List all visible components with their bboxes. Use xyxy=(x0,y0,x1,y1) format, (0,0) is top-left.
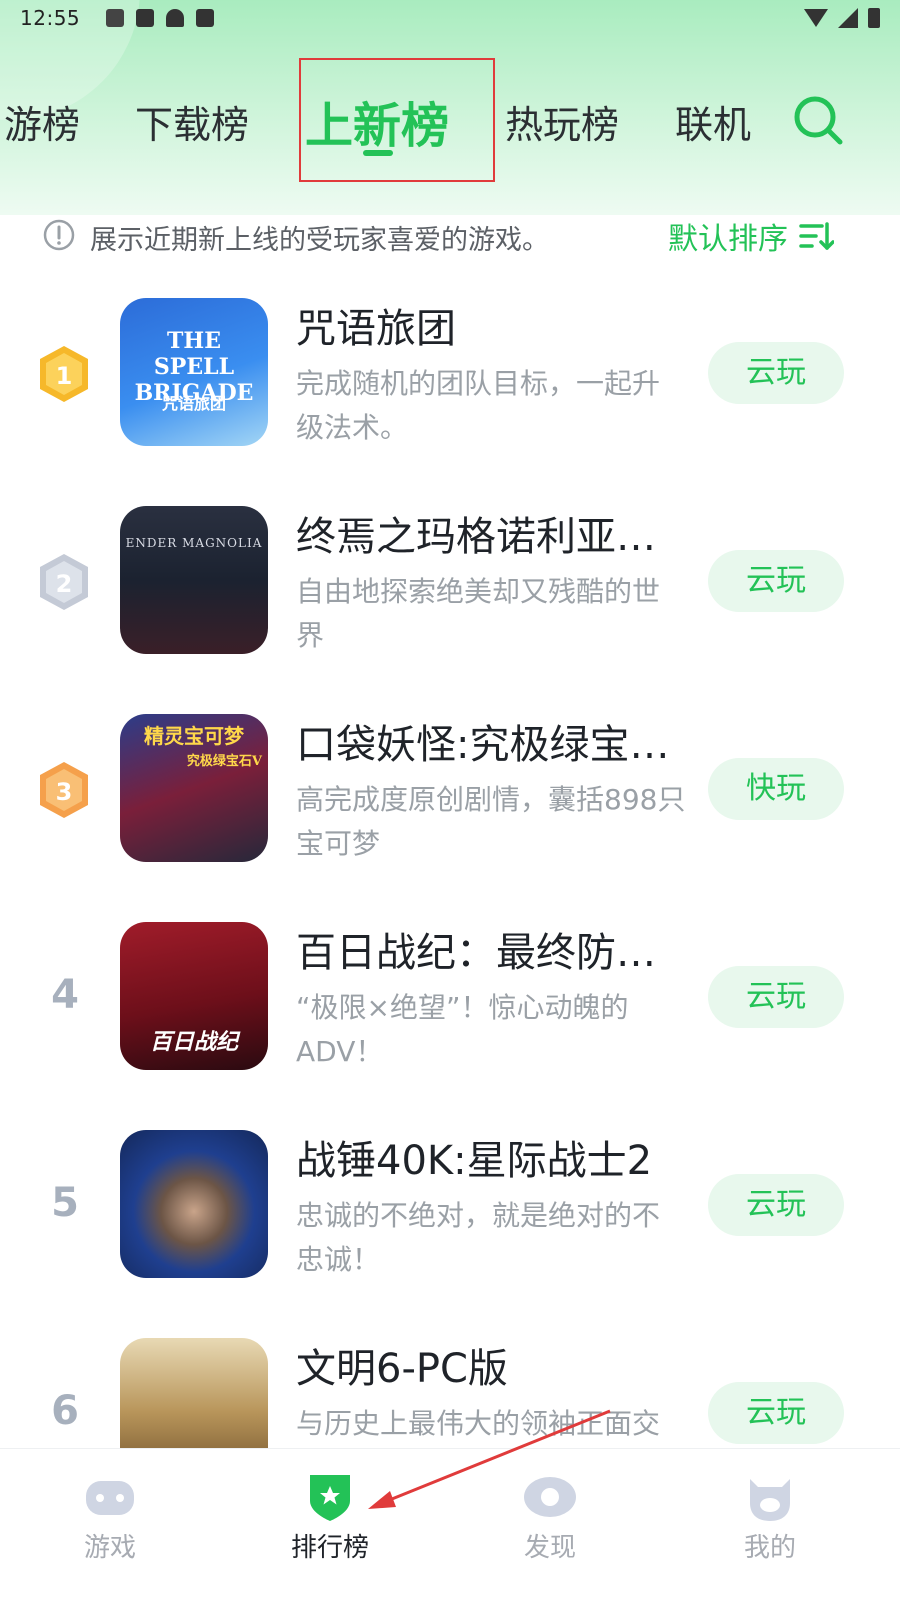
info-row: 展示近期新上线的受玩家喜爱的游戏。 默认排序 xyxy=(0,212,900,262)
game-icon-logo: 百日战纪 xyxy=(149,1029,238,1055)
wifi-icon xyxy=(804,9,828,27)
discover-icon xyxy=(524,1477,576,1517)
ghost-icon xyxy=(166,9,185,27)
gold-medal-icon: 1 xyxy=(40,346,88,402)
a-icon xyxy=(196,9,215,27)
game-title[interactable]: 咒语旅团 xyxy=(296,296,688,354)
active-tab-indicator xyxy=(363,150,393,156)
game-icon[interactable]: ENDER MAGNOLIA xyxy=(120,506,268,654)
signal-icon xyxy=(838,8,858,28)
game-icon-logo: 精灵宝可梦 xyxy=(144,724,244,748)
rank-number: 2 xyxy=(56,570,73,598)
rank-number: 4 xyxy=(51,972,79,1018)
nav-profile[interactable]: 我的 xyxy=(660,1449,880,1600)
gallery-icon xyxy=(106,9,125,27)
game-title[interactable]: 战锤40K:星际战士2 xyxy=(296,1128,688,1186)
list-item[interactable]: 5 战锤40K:星际战士2 忠诚的不绝对，就是绝对的不忠诚！ 云玩 xyxy=(0,1102,900,1310)
game-icon[interactable] xyxy=(120,1130,268,1278)
info-icon xyxy=(43,219,75,251)
quick-play-button[interactable]: 快玩 xyxy=(708,758,844,820)
game-icon-subtitle: 究极绿宝石V xyxy=(186,754,262,769)
sort-label: 默认排序 xyxy=(668,222,788,257)
nav-label: 游戏 xyxy=(83,1533,136,1563)
list-item[interactable]: 3 精灵宝可梦 究极绿宝石V 口袋妖怪:究极绿宝石… 高完成度原创剧情，囊括89… xyxy=(0,686,900,894)
silver-medal-icon: 2 xyxy=(40,554,88,610)
status-bar: 12:55 xyxy=(0,0,900,36)
game-description: 自由地探索绝美却又残酷的世界 xyxy=(296,575,661,652)
nav-label: 排行榜 xyxy=(290,1533,369,1563)
bronze-medal-icon: 3 xyxy=(40,762,88,818)
rank-number: 1 xyxy=(56,362,73,390)
gamepad-icon xyxy=(86,1481,134,1515)
ranking-tabs: 游榜 下载榜 上新榜 热玩榜 联机 xyxy=(0,58,900,183)
game-icon-subtitle: 咒语旅团 xyxy=(161,394,226,413)
tab-download-rank[interactable]: 下载榜 xyxy=(135,94,249,149)
nav-games[interactable]: 游戏 xyxy=(0,1449,220,1600)
cloud-play-button[interactable]: 云玩 xyxy=(708,1174,844,1236)
game-description: 与历史上最伟大的领袖正面交 xyxy=(296,1407,661,1440)
tab-new-rank[interactable]: 上新榜 xyxy=(305,86,449,156)
game-title[interactable]: 终焉之玛格诺利亚：… xyxy=(296,504,688,562)
game-description: 高完成度原创剧情，囊括898只宝可梦 xyxy=(296,783,686,860)
profile-monster-icon xyxy=(750,1479,790,1521)
nav-label: 发现 xyxy=(523,1533,576,1563)
list-item[interactable]: 2 ENDER MAGNOLIA 终焉之玛格诺利亚：… 自由地探索绝美却又残酷的… xyxy=(0,478,900,686)
nav-rankings[interactable]: 排行榜 xyxy=(220,1449,440,1600)
sort-button[interactable]: 默认排序 xyxy=(668,214,834,258)
tab-hot-rank[interactable]: 热玩榜 xyxy=(505,94,619,149)
notification-icons xyxy=(106,9,215,27)
nav-discover[interactable]: 发现 xyxy=(440,1449,660,1600)
game-title[interactable]: 口袋妖怪:究极绿宝石… xyxy=(296,712,688,770)
tab-multiplayer[interactable]: 联机 xyxy=(675,94,751,149)
nav-label: 我的 xyxy=(743,1533,796,1563)
info-text: 展示近期新上线的受玩家喜爱的游戏。 xyxy=(90,225,549,256)
square-icon xyxy=(136,9,155,27)
search-icon[interactable] xyxy=(790,92,846,148)
status-time: 12:55 xyxy=(20,6,81,30)
game-icon[interactable]: THE SPELL BRIGADE 咒语旅团 xyxy=(120,298,268,446)
list-item[interactable]: 4 百日战纪 百日战纪：最终防卫… “极限×绝望”！惊心动魄的ADV！ 云玩 xyxy=(0,894,900,1102)
sort-icon xyxy=(799,222,834,250)
game-description: 忠诚的不绝对，就是绝对的不忠诚！ xyxy=(296,1199,661,1276)
rank-number: 6 xyxy=(51,1388,79,1434)
game-icon-logo: ENDER MAGNOLIA xyxy=(125,536,263,550)
cloud-play-button[interactable]: 云玩 xyxy=(708,1382,844,1444)
cloud-play-button[interactable]: 云玩 xyxy=(708,966,844,1028)
battery-icon xyxy=(868,8,880,28)
game-title[interactable]: 文明6-PC版 xyxy=(296,1336,688,1394)
cloud-play-button[interactable]: 云玩 xyxy=(708,342,844,404)
cloud-play-button[interactable]: 云玩 xyxy=(708,550,844,612)
game-icon[interactable]: 百日战纪 xyxy=(120,922,268,1070)
game-description: 完成随机的团队目标，一起升级法术。 xyxy=(296,367,661,444)
tab-play-rank[interactable]: 游榜 xyxy=(4,94,80,149)
ranking-shield-icon xyxy=(310,1475,350,1521)
game-icon[interactable]: 精灵宝可梦 究极绿宝石V xyxy=(120,714,268,862)
system-icons xyxy=(804,8,880,28)
game-title[interactable]: 百日战纪：最终防卫… xyxy=(296,920,688,978)
bottom-navigation: 游戏 排行榜 发现 我的 xyxy=(0,1448,900,1600)
list-item[interactable]: 1 THE SPELL BRIGADE 咒语旅团 咒语旅团 完成随机的团队目标，… xyxy=(0,270,900,478)
rank-number: 5 xyxy=(51,1180,79,1226)
rank-number: 3 xyxy=(56,778,73,806)
game-description: “极限×绝望”！惊心动魄的ADV！ xyxy=(296,991,629,1068)
